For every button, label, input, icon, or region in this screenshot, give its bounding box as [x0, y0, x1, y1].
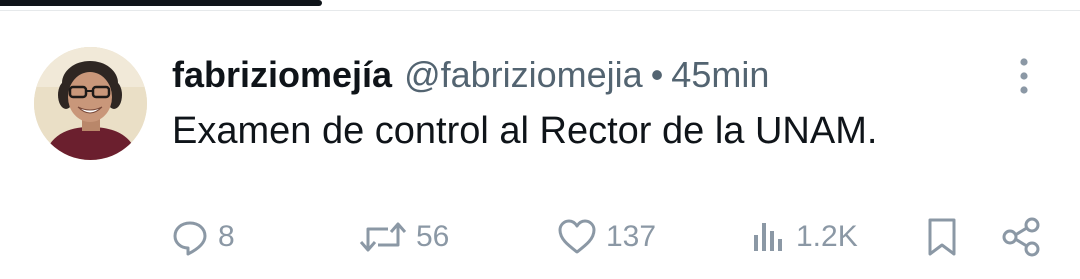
bookmark-button[interactable]	[922, 214, 962, 260]
share-button[interactable]	[1000, 214, 1042, 260]
tweet-header: fabriziomejía @fabriziomejia • 45min	[172, 52, 769, 98]
retweet-icon	[359, 222, 407, 252]
share-icon	[1002, 217, 1040, 257]
views-button[interactable]: 1.2K	[748, 214, 858, 260]
top-divider	[0, 10, 1080, 11]
bookmark-icon	[928, 218, 956, 256]
top-progress-bar	[0, 0, 322, 6]
retweet-count: 56	[416, 220, 450, 253]
reply-button[interactable]: 8	[170, 214, 235, 260]
views-count: 1.2K	[796, 220, 858, 253]
tweet-text: Examen de control al Rector de la UNAM.	[172, 110, 878, 152]
tweet-timestamp[interactable]: 45min	[671, 52, 769, 98]
like-count: 137	[606, 220, 657, 253]
more-vertical-icon	[1020, 58, 1028, 94]
avatar[interactable]	[34, 47, 147, 160]
views-icon	[754, 223, 782, 251]
heart-icon	[558, 219, 596, 254]
author-handle[interactable]: @fabriziomejia	[404, 52, 643, 98]
author-display-name[interactable]: fabriziomejía	[172, 52, 392, 98]
retweet-button[interactable]: 56	[358, 214, 449, 260]
reply-icon	[173, 221, 207, 256]
like-button[interactable]: 137	[556, 214, 656, 260]
avatar-image	[34, 47, 147, 160]
header-separator: •	[650, 54, 664, 95]
reply-count: 8	[218, 220, 235, 253]
more-options-button[interactable]	[1006, 54, 1042, 98]
